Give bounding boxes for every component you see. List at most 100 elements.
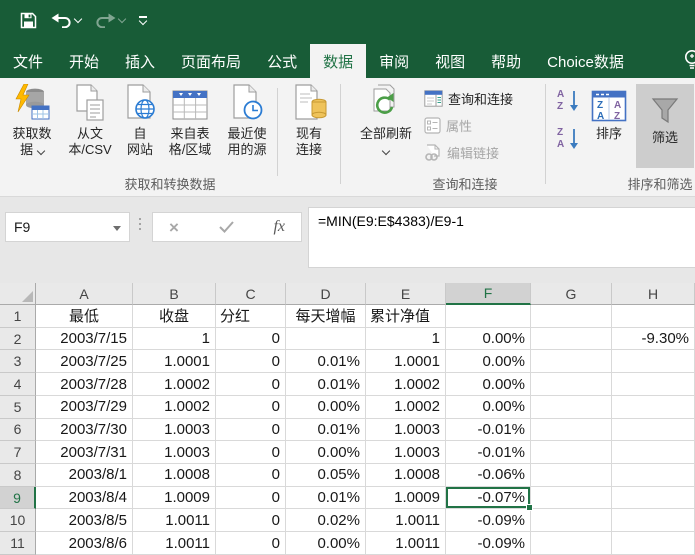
cell-E10[interactable]: 1.0011 (366, 509, 446, 532)
column-header-B[interactable]: B (133, 283, 216, 305)
cell-D3[interactable]: 0.01% (286, 350, 366, 373)
cell-D7[interactable]: 0.00% (286, 441, 366, 464)
cell-F8[interactable]: -0.06% (446, 464, 531, 487)
insert-function-button[interactable]: fx (273, 218, 285, 236)
row-header-10[interactable]: 10 (0, 509, 36, 532)
cell-F11[interactable]: -0.09% (446, 532, 531, 555)
cell-A11[interactable]: 2003/8/6 (36, 532, 133, 555)
cell-H5[interactable] (612, 396, 695, 419)
ribbon-item-查询和连接[interactable]: 查询和连接 (424, 88, 513, 108)
row-header-8[interactable]: 8 (0, 464, 36, 487)
column-header-H[interactable]: H (612, 283, 695, 305)
cell-H2[interactable]: -9.30% (612, 328, 695, 351)
column-header-A[interactable]: A (36, 283, 133, 305)
cell-H11[interactable] (612, 532, 695, 555)
cell-B1[interactable]: 收盘 (133, 305, 216, 328)
cell-G8[interactable] (531, 464, 612, 487)
cell-F9[interactable]: -0.07% (446, 487, 531, 510)
cell-C6[interactable]: 0 (216, 419, 286, 442)
cell-H9[interactable] (612, 487, 695, 510)
row-header-9[interactable]: 9 (0, 487, 36, 510)
formula-bar-grip[interactable] (139, 218, 141, 230)
cell-D11[interactable]: 0.00% (286, 532, 366, 555)
cell-H1[interactable] (612, 305, 695, 328)
name-box[interactable]: F9 (5, 212, 130, 242)
cell-A2[interactable]: 2003/7/15 (36, 328, 133, 351)
cell-H10[interactable] (612, 509, 695, 532)
confirm-icon[interactable] (219, 221, 234, 233)
cell-E7[interactable]: 1.0003 (366, 441, 446, 464)
cell-D9[interactable]: 0.01% (286, 487, 366, 510)
cell-C8[interactable]: 0 (216, 464, 286, 487)
cell-C3[interactable]: 0 (216, 350, 286, 373)
cell-F1[interactable] (446, 305, 531, 328)
cell-B9[interactable]: 1.0009 (133, 487, 216, 510)
cell-C11[interactable]: 0 (216, 532, 286, 555)
cell-F5[interactable]: 0.00% (446, 396, 531, 419)
cell-B11[interactable]: 1.0011 (133, 532, 216, 555)
cell-B3[interactable]: 1.0001 (133, 350, 216, 373)
cell-E11[interactable]: 1.0011 (366, 532, 446, 555)
row-header-7[interactable]: 7 (0, 441, 36, 464)
cell-D5[interactable]: 0.00% (286, 396, 366, 419)
cell-G11[interactable] (531, 532, 612, 555)
tab-公式[interactable]: 公式 (254, 44, 310, 78)
existing-connections-button[interactable]: 现有连接 (282, 82, 336, 158)
cell-G9[interactable] (531, 487, 612, 510)
cell-C5[interactable]: 0 (216, 396, 286, 419)
tab-插入[interactable]: 插入 (112, 44, 168, 78)
column-header-E[interactable]: E (366, 283, 446, 305)
row-header-6[interactable]: 6 (0, 419, 36, 442)
save-button[interactable] (20, 12, 37, 29)
cancel-icon[interactable]: × (169, 219, 179, 236)
select-all-corner[interactable] (0, 283, 36, 305)
cell-C7[interactable]: 0 (216, 441, 286, 464)
column-header-C[interactable]: C (216, 283, 286, 305)
cell-G3[interactable] (531, 350, 612, 373)
redo-dropdown-icon[interactable] (118, 14, 126, 22)
cell-D10[interactable]: 0.02% (286, 509, 366, 532)
tab-文件[interactable]: 文件 (0, 44, 56, 78)
fill-handle[interactable] (526, 504, 533, 511)
cell-C9[interactable]: 0 (216, 487, 286, 510)
cell-B8[interactable]: 1.0008 (133, 464, 216, 487)
cell-A5[interactable]: 2003/7/29 (36, 396, 133, 419)
sort-button[interactable]: Z A A Z 排序 (586, 82, 632, 142)
cell-B7[interactable]: 1.0003 (133, 441, 216, 464)
tab-视图[interactable]: 视图 (422, 44, 478, 78)
column-header-G[interactable]: G (531, 283, 612, 305)
cell-F7[interactable]: -0.01% (446, 441, 531, 464)
cell-E3[interactable]: 1.0001 (366, 350, 446, 373)
formula-input[interactable]: =MIN(E9:E$4383)/E9-1 (308, 207, 695, 268)
cell-A9[interactable]: 2003/8/4 (36, 487, 133, 510)
tab-Choice数据[interactable]: Choice数据 (534, 44, 637, 78)
cell-H8[interactable] (612, 464, 695, 487)
tab-开始[interactable]: 开始 (56, 44, 112, 78)
customize-qat-button[interactable] (139, 16, 147, 24)
cell-H4[interactable] (612, 373, 695, 396)
cell-G4[interactable] (531, 373, 612, 396)
filter-button[interactable]: 筛选 (636, 84, 694, 168)
cell-C10[interactable]: 0 (216, 509, 286, 532)
from-table-range-button[interactable]: 来自表格/区域 (160, 82, 220, 158)
cell-H6[interactable] (612, 419, 695, 442)
refresh-all-button[interactable]: 全部刷新 (348, 82, 424, 154)
tab-数据[interactable]: 数据 (310, 44, 366, 78)
column-header-F[interactable]: F (446, 283, 531, 305)
row-header-4[interactable]: 4 (0, 373, 36, 396)
cell-D4[interactable]: 0.01% (286, 373, 366, 396)
cell-H7[interactable] (612, 441, 695, 464)
cell-G7[interactable] (531, 441, 612, 464)
sort-ascending-button[interactable]: A Z (556, 90, 582, 110)
tab-帮助[interactable]: 帮助 (478, 44, 534, 78)
from-web-button[interactable]: 自网站 (118, 82, 162, 158)
row-header-11[interactable]: 11 (0, 532, 36, 555)
cell-E1[interactable]: 累计净值 (366, 305, 446, 328)
cell-F4[interactable]: 0.00% (446, 373, 531, 396)
refresh-all-dropdown-icon[interactable] (382, 147, 390, 155)
get-data-button[interactable]: 获取数据 (2, 82, 62, 158)
cell-G10[interactable] (531, 509, 612, 532)
cell-A1[interactable]: 最低 (36, 305, 133, 328)
name-box-dropdown-icon[interactable] (113, 226, 121, 231)
cell-E9[interactable]: 1.0009 (366, 487, 446, 510)
